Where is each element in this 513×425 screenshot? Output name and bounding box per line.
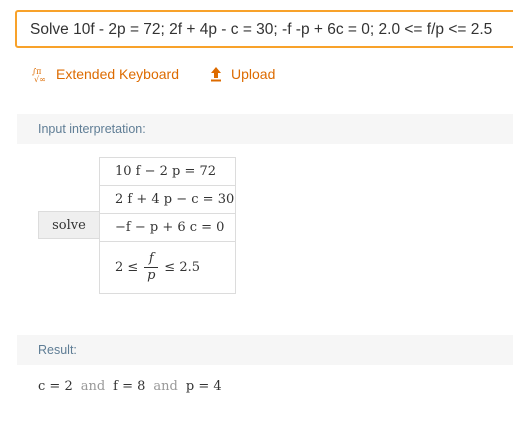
extended-keyboard-label: Extended Keyboard (56, 66, 179, 82)
inequality-right: ≤ 2.5 (164, 260, 200, 275)
result-term-c: c = 2 (38, 379, 73, 394)
solve-command-cell: solve (38, 211, 99, 239)
upload-arrow-icon (211, 67, 221, 82)
result-connector: and (153, 379, 178, 394)
query-text[interactable]: Solve 10f - 2p = 72; 2f + 4p - c = 30; -… (30, 21, 492, 39)
fraction-denominator: p (147, 268, 156, 283)
equation-row-1: 10 f − 2 p = 72 (100, 158, 235, 186)
upload-button[interactable]: Upload (207, 64, 275, 84)
upload-label: Upload (231, 66, 276, 82)
result-title: Result: (38, 343, 77, 357)
result-connector: and (80, 379, 106, 394)
inequality-left: 2 ≤ (115, 260, 139, 275)
fraction: f p (144, 251, 159, 284)
input-interpretation-title: Input interpretation: (38, 122, 146, 136)
extended-keyboard-icon: ∫π √∞ (32, 67, 46, 83)
equation-row-2: 2 f + 4 p − c = 30 (100, 186, 235, 214)
svg-text:√∞: √∞ (34, 75, 46, 83)
result-pod (17, 365, 513, 425)
result-term-f: f = 8 (113, 379, 146, 394)
extended-keyboard-button[interactable]: ∫π √∞ Extended Keyboard (32, 64, 179, 84)
result-line: c = 2 and f = 8 and p = 4 (38, 379, 222, 394)
input-interpretation-pod (17, 144, 513, 335)
equation-table: 10 f − 2 p = 72 2 f + 4 p − c = 30 −f − … (99, 157, 236, 294)
query-input[interactable]: Solve 10f - 2p = 72; 2f + 4p - c = 30; -… (15, 10, 513, 48)
equation-row-3: −f − p + 6 c = 0 (100, 214, 235, 242)
inequality-row: 2 ≤ f p ≤ 2.5 (100, 242, 235, 293)
result-term-p: p = 4 (185, 379, 222, 394)
fraction-numerator: f (148, 251, 154, 266)
